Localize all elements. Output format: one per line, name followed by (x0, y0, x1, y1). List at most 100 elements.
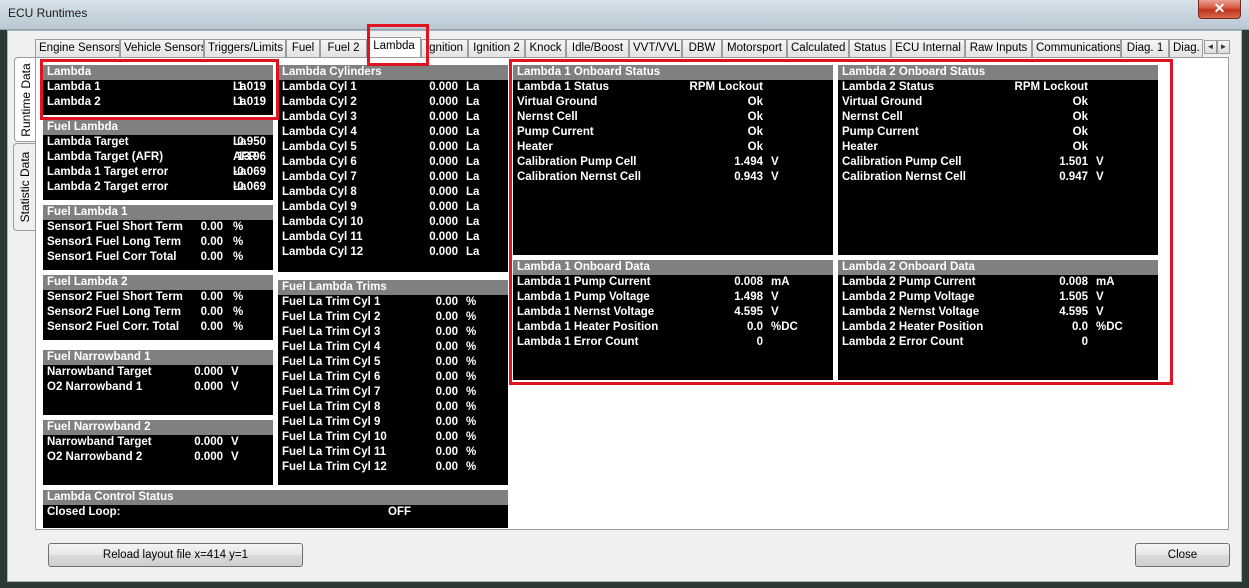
row-label: Calibration Nernst Cell (842, 171, 966, 183)
row-unit: V (231, 381, 239, 393)
tab-diag[interactable]: Diag. (1169, 39, 1203, 57)
row-label: Fuel La Trim Cyl 10 (282, 431, 387, 443)
tab-scroll-left-icon[interactable]: ◄ (1204, 40, 1217, 54)
row-value: 0.0 (1072, 321, 1088, 333)
tab-calculated[interactable]: Calculated (787, 39, 849, 57)
row-label: Lambda Cyl 10 (282, 216, 364, 228)
row-value: 0 (756, 336, 763, 348)
data-row: Heater Ok (838, 140, 1158, 155)
tab-fuel-2[interactable]: Fuel 2 (320, 39, 367, 57)
panel-title: Lambda 1 Onboard Data (513, 260, 833, 275)
row-unit: %DC (1096, 321, 1123, 333)
tab-fuel[interactable]: Fuel (286, 39, 320, 57)
panel-lambda-control-status: Lambda Control Status Closed Loop: OFF (43, 490, 508, 528)
tab-knock[interactable]: Knock (525, 39, 566, 57)
side-tab-statistic-data[interactable]: Statistic Data (13, 143, 35, 231)
data-row: Closed Loop: OFF (43, 505, 508, 520)
tab-ignition[interactable]: Ignition (421, 39, 468, 57)
close-button[interactable]: Close (1135, 543, 1230, 567)
tab-triggers-limits[interactable]: Triggers/Limits (204, 39, 286, 57)
data-row: Fuel La Trim Cyl 12 0.00% (278, 460, 508, 475)
row-label: Virtual Ground (517, 96, 598, 108)
data-row: Lambda 2 Heater Position 0.0 %DC (838, 320, 1158, 335)
data-row: Lambda 2 Pump Current 0.008 mA (838, 275, 1158, 290)
row-label: Heater (517, 141, 553, 153)
row-label: Nernst Cell (517, 111, 578, 123)
tab-diag-1[interactable]: Diag. 1 (1121, 39, 1169, 57)
tab-vvt-vvl[interactable]: VVT/VVL (629, 39, 682, 57)
window-close-icon[interactable]: ✕ (1198, 0, 1241, 19)
tab-lambda[interactable]: Lambda (367, 37, 421, 57)
data-row: Fuel La Trim Cyl 9 0.00% (278, 415, 508, 430)
data-row: Lambda 1 Nernst Voltage 4.595 V (513, 305, 833, 320)
tab-ecu-internal[interactable]: ECU Internal (891, 39, 965, 57)
panel-rows: Closed Loop: OFF (43, 505, 508, 520)
data-row: Lambda 1 Heater Position 0.0 %DC (513, 320, 833, 335)
row-value: 0.000 (429, 201, 458, 213)
side-tab-runtime-data[interactable]: Runtime Data (14, 57, 36, 142)
data-row: Fuel La Trim Cyl 11 0.00% (278, 445, 508, 460)
row-unit: % (233, 306, 244, 318)
row-value: 0.947 (1059, 171, 1088, 183)
data-row: Narrowband Target 0.000 V (43, 435, 273, 450)
tab-raw-inputs[interactable]: Raw Inputs (965, 39, 1032, 57)
data-row: Lambda Cyl 7 0.000 La (278, 170, 508, 185)
row-unit: La (466, 216, 480, 228)
row-value: 0.00 (435, 296, 458, 308)
row-label: Lambda Cyl 11 (282, 231, 363, 243)
row-label: Calibration Nernst Cell (517, 171, 641, 183)
tab-idle-boost[interactable]: Idle/Boost (566, 39, 629, 57)
row-label: Fuel La Trim Cyl 12 (282, 461, 387, 473)
panel-title: Fuel Lambda Trims (278, 280, 508, 295)
panel-rows: Lambda Cyl 1 0.000 La Lambda Cyl 2 0.000 La La… (278, 80, 508, 260)
row-value: 0.000 (194, 436, 223, 448)
tab-status[interactable]: Status (849, 39, 891, 57)
row-value: 0.008 (1059, 276, 1088, 288)
row-value: Ok (1072, 126, 1088, 138)
data-row: Lambda 1 Status RPM Lockout (513, 80, 833, 95)
row-value: 0.000 (429, 126, 458, 138)
row-unit: AFR (233, 151, 257, 163)
row-label: Lambda Cyl 7 (282, 171, 357, 183)
row-value: 0.00 (435, 356, 458, 368)
row-value: 4.595 (1059, 306, 1088, 318)
row-label: Lambda Cyl 8 (282, 186, 357, 198)
row-unit: La (466, 81, 480, 93)
data-row: Fuel La Trim Cyl 5 0.00% (278, 355, 508, 370)
row-unit: mA (1096, 276, 1115, 288)
row-unit: La (233, 166, 247, 178)
tab-ignition-2[interactable]: Ignition 2 (468, 39, 525, 57)
tab-engine-sensors[interactable]: Engine Sensors (35, 39, 120, 57)
data-row: Sensor1 Fuel Long Term 0.00% (43, 235, 273, 250)
row-value: 0.00 (200, 306, 223, 318)
data-row: Lambda 1 Target error -0.069 La (43, 165, 273, 180)
panel-rows: Lambda 1 1.019 La Lambda 2 1.019 La (43, 80, 273, 110)
row-value: 0.000 (429, 96, 458, 108)
side-tab-runtime-data-label: Runtime Data (18, 62, 33, 137)
window-title: ECU Runtimes (8, 6, 88, 20)
reload-layout-button[interactable]: Reload layout file x=414 y=1 (48, 543, 303, 567)
panel-rows: Fuel La Trim Cyl 1 0.00% Fuel La Trim Cyl … (278, 295, 508, 475)
row-unit: % (466, 461, 477, 473)
row-label: Calibration Pump Cell (842, 156, 962, 168)
row-label: Fuel La Trim Cyl 1 (282, 296, 381, 308)
row-label: Fuel La Trim Cyl 3 (282, 326, 381, 338)
panel-rows: Lambda 1 Pump Current 0.008 mA Lambda 1 Pum… (513, 275, 833, 350)
tab-vehicle-sensors[interactable]: Vehicle Sensors (120, 39, 204, 57)
tab-motorsport[interactable]: Motorsport (722, 39, 787, 57)
row-value: RPM Lockout (689, 81, 763, 93)
tab-dbw[interactable]: DBW (682, 39, 722, 57)
row-label: Lambda Cyl 12 (282, 246, 364, 258)
row-unit: La (466, 96, 480, 108)
data-row: Lambda 1 Error Count 0 (513, 335, 833, 350)
data-row: Virtual Ground Ok (513, 95, 833, 110)
row-label: Lambda 1 Target error (47, 166, 169, 178)
tab-scroll-right-icon[interactable]: ► (1217, 40, 1230, 54)
tab-strip: Engine Sensors Vehicle Sensors Triggers/… (35, 37, 1203, 57)
tab-communications[interactable]: Communications (1032, 39, 1121, 57)
data-row: Lambda Cyl 8 0.000 La (278, 185, 508, 200)
row-unit: V (231, 366, 239, 378)
data-row: Lambda 2 Target error -0.069 La (43, 180, 273, 195)
data-row: O2 Narrowband 1 0.000 V (43, 380, 273, 395)
row-unit: V (771, 171, 779, 183)
